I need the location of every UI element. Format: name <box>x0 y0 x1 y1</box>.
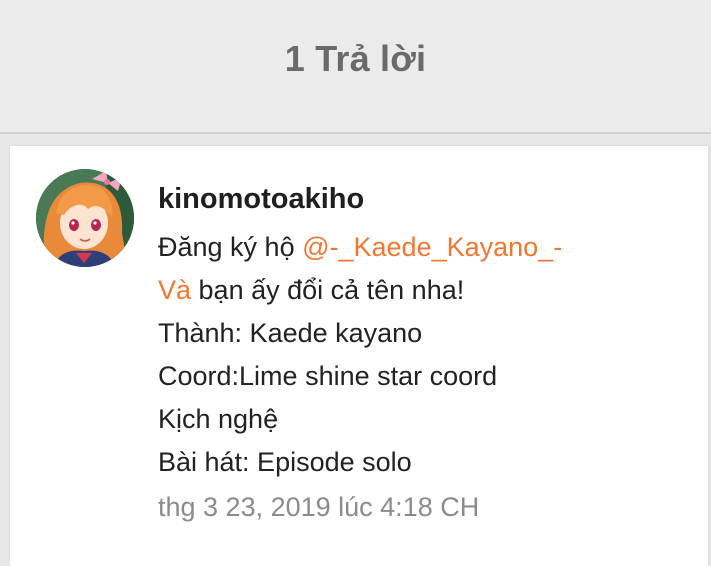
comment-body: Đăng ký hộ @-_Kaede_Kayano_- Và bạn ấy đ… <box>158 226 698 484</box>
comment-line-1: Đăng ký hộ @-_Kaede_Kayano_- <box>158 226 698 269</box>
replies-count-title: 1 Trả lời <box>284 38 427 79</box>
comment-line-2: Và bạn ấy đổi cả tên nha! <box>158 269 698 312</box>
comment-text-rest: bạn ấy đổi cả tên nha! <box>191 275 465 305</box>
comment-line-4: Coord:Lime shine star coord <box>158 361 498 391</box>
comment-timestamp: thg 3 23, 2019 lúc 4:18 CH <box>158 492 480 522</box>
comment-text-prefix: Đăng ký hộ <box>158 232 303 262</box>
comment-line-3: Thành: Kaede kayano <box>158 318 423 348</box>
mention-continuation-link[interactable]: Và <box>158 275 191 305</box>
user-mention-link[interactable]: @-_Kaede_Kayano_- <box>302 232 562 262</box>
comment-line-6: Bài hát: Episode solo <box>158 447 412 477</box>
comment-card: kinomotoakiho Đăng ký hộ @-_Kaede_Kayano… <box>10 146 708 566</box>
comment-line-5: Kịch nghệ <box>158 404 279 434</box>
replies-header: 1 Trả lời <box>0 0 711 134</box>
comment-username[interactable]: kinomotoakiho <box>158 183 364 216</box>
anime-girl-avatar-icon[interactable] <box>36 169 134 267</box>
